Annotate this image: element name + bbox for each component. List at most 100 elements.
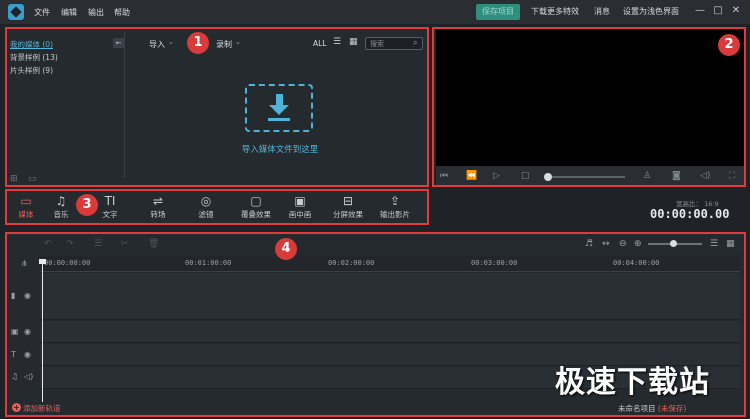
- close-icon[interactable]: ✕: [730, 5, 742, 16]
- zoom-out-icon[interactable]: ⊖: [619, 239, 627, 249]
- list-view-icon[interactable]: ☰: [333, 37, 341, 47]
- app-logo-icon: [8, 4, 24, 20]
- search-input[interactable]: 搜索 ⌕: [365, 37, 423, 50]
- volume-icon[interactable]: ◁): [700, 171, 710, 181]
- track-list-icon[interactable]: ☰: [710, 239, 718, 249]
- record-dropdown[interactable]: 录制: [216, 39, 232, 50]
- tool-music[interactable]: ♫ 音乐: [41, 194, 81, 220]
- audio-mixer-icon[interactable]: ♬: [585, 239, 593, 249]
- import-dropzone[interactable]: [245, 84, 313, 132]
- tool-transition[interactable]: ⇌ 转场: [138, 194, 178, 220]
- annotation-number-4: 4: [275, 238, 297, 260]
- tool-label: 滤镜: [198, 210, 214, 219]
- microphone-icon[interactable]: ♙: [643, 171, 651, 181]
- text-eye-icon[interactable]: ◉: [24, 350, 31, 359]
- menu-help[interactable]: 帮助: [114, 7, 130, 18]
- fit-timeline-icon[interactable]: ↔: [602, 239, 610, 249]
- library-intro-samples[interactable]: 片头样例 (9): [10, 65, 53, 76]
- collapse-arrow-icon[interactable]: ←: [113, 38, 124, 48]
- import-chevron-down-icon: ⌄: [168, 38, 174, 46]
- transition-icon: ⇌: [152, 194, 164, 208]
- tick-label: 00:03:00:00: [471, 259, 518, 267]
- split-screen-icon: ⊟: [342, 194, 354, 208]
- zoom-slider-handle[interactable]: [670, 240, 677, 247]
- import-dropdown[interactable]: 导入: [149, 39, 165, 50]
- download-tray-icon: [268, 118, 290, 121]
- add-track-button[interactable]: 添加新轨道: [23, 403, 61, 414]
- pip-track-icon: ▣: [11, 327, 19, 336]
- play-icon[interactable]: ▷: [493, 171, 500, 181]
- tick-label: 00:02:00:00: [328, 259, 375, 267]
- add-track-icon[interactable]: +: [12, 403, 21, 412]
- cut-icon[interactable]: ✂: [121, 239, 129, 249]
- scrubber-handle[interactable]: [544, 173, 552, 181]
- annotation-number-2: 2: [718, 34, 740, 56]
- filter-icon: ◎: [200, 194, 212, 208]
- grid-view-icon[interactable]: ▦: [349, 37, 358, 47]
- tool-label: 分屏效果: [333, 210, 363, 219]
- playback-scrubber[interactable]: [547, 176, 625, 178]
- music-icon: ♫: [55, 194, 67, 208]
- video-track[interactable]: [8, 273, 740, 320]
- tool-folder[interactable]: ▭ 媒体: [6, 194, 46, 220]
- tool-label: 转场: [150, 210, 166, 219]
- save-project-button[interactable]: 保存项目: [476, 4, 520, 20]
- tool-overlay[interactable]: ▢ 覆叠效果: [236, 194, 276, 220]
- library-my-media[interactable]: 我的媒体 (0): [10, 39, 53, 50]
- text-track-icon: T: [11, 350, 16, 359]
- maximize-icon[interactable]: □: [712, 5, 724, 16]
- tick-label: 00:00:00:00: [44, 259, 91, 267]
- folder-icon: ▭: [20, 194, 32, 208]
- video-eye-icon[interactable]: ◉: [24, 291, 31, 300]
- library-background-samples[interactable]: 背景样例 (13): [10, 52, 58, 63]
- stop-icon[interactable]: □: [521, 171, 530, 181]
- snap-magnet-icon[interactable]: ⋔: [21, 259, 28, 268]
- annotation-number-3: 3: [76, 194, 98, 216]
- tool-label: 媒体: [18, 210, 34, 219]
- tick-label: 00:04:00:00: [613, 259, 660, 267]
- download-effects-button[interactable]: 下载更多特效: [525, 4, 585, 20]
- media-divider: [124, 32, 125, 178]
- previous-frame-icon[interactable]: ⏮: [440, 171, 448, 181]
- import-drop-text: 导入媒体文件到这里: [241, 145, 319, 155]
- undo-icon[interactable]: ↶: [44, 239, 52, 249]
- video-track-icon: ▮: [11, 291, 16, 300]
- export-icon: ⇪: [389, 194, 401, 208]
- project-name-text: 未命名项目: [618, 404, 656, 413]
- pip-icon: ▣: [294, 194, 306, 208]
- audio-volume-icon[interactable]: ◁): [24, 372, 33, 381]
- menu-bar: 文件 编辑 输出 帮助 保存项目 下载更多特效 消息 设置为浅色界面 — □ ✕: [0, 0, 750, 24]
- download-arrow-head: [269, 105, 289, 115]
- music-track-icon: ♫: [11, 372, 19, 381]
- tool-label: 输出影片: [380, 210, 410, 219]
- filter-all[interactable]: ALL: [313, 39, 327, 48]
- menu-edit[interactable]: 编辑: [61, 7, 77, 18]
- record-chevron-down-icon: ⌄: [235, 38, 241, 46]
- tool-label: 音乐: [53, 210, 69, 219]
- annotation-number-1: 1: [187, 32, 209, 54]
- folder-icon[interactable]: ▭: [28, 174, 37, 184]
- tool-pip[interactable]: ▣ 画中画: [280, 194, 320, 220]
- adjust-icon[interactable]: ☰: [94, 239, 102, 249]
- fullscreen-icon[interactable]: ⛶: [729, 171, 735, 181]
- messages-button[interactable]: 消息: [588, 4, 616, 20]
- zoom-in-icon[interactable]: ⊕: [634, 239, 642, 249]
- minimize-icon[interactable]: —: [694, 5, 706, 16]
- tool-split-screen[interactable]: ⊟ 分屏效果: [328, 194, 368, 220]
- unsaved-indicator: (未保存): [657, 404, 687, 413]
- track-grid-icon[interactable]: ▦: [726, 239, 735, 249]
- new-folder-icon[interactable]: ⊞: [10, 174, 18, 184]
- pip-track[interactable]: [8, 321, 740, 343]
- step-back-icon[interactable]: ⏪: [466, 171, 477, 181]
- menu-file[interactable]: 文件: [34, 7, 50, 18]
- snapshot-camera-icon[interactable]: ◙: [672, 171, 681, 181]
- delete-icon[interactable]: 🗑: [148, 239, 159, 249]
- light-theme-button[interactable]: 设置为浅色界面: [617, 4, 685, 20]
- pip-eye-icon[interactable]: ◉: [24, 327, 31, 336]
- watermark-logo: 极速下载站: [555, 365, 710, 400]
- menu-output[interactable]: 输出: [88, 7, 104, 18]
- tool-export[interactable]: ⇪ 输出影片: [375, 194, 415, 220]
- playhead[interactable]: [42, 262, 43, 402]
- tool-filter[interactable]: ◎ 滤镜: [186, 194, 226, 220]
- redo-icon[interactable]: ↷: [66, 239, 74, 249]
